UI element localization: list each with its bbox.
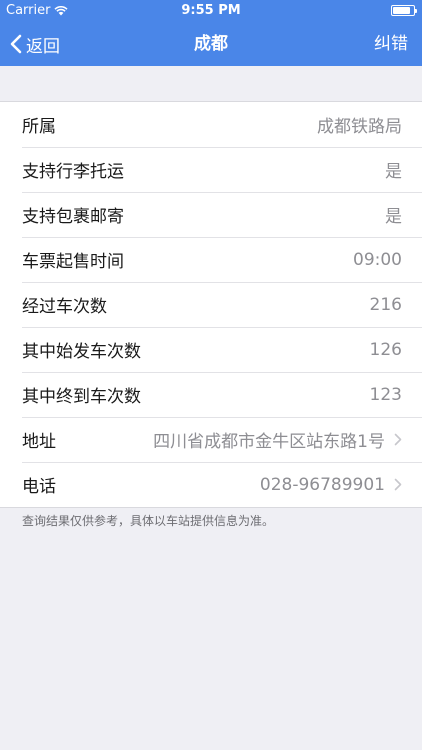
row-value: 126 — [369, 339, 402, 360]
row-value: 028-96789901 — [259, 474, 385, 495]
row-value: 216 — [369, 294, 402, 315]
station-info-list: 所属 成都铁路局 支持行李托运 是 支持包裹邮寄 是 车票起售时间 09:00 … — [0, 101, 422, 508]
row-label: 地址 — [22, 432, 56, 452]
row-label: 电话 — [22, 477, 56, 497]
chevron-right-icon — [394, 433, 402, 446]
row-value: 09:00 — [353, 249, 402, 270]
row-address[interactable]: 地址 四川省成都市金牛区站东路1号 — [0, 417, 422, 462]
status-time: 9:55 PM — [181, 3, 241, 18]
row-value: 123 — [369, 384, 402, 405]
row-originating-trains: 其中始发车次数 126 — [0, 327, 422, 372]
row-value: 四川省成都市金牛区站东路1号 — [153, 432, 385, 452]
row-terminating-trains: 其中终到车次数 123 — [0, 372, 422, 417]
row-label: 其中始发车次数 — [22, 342, 141, 362]
row-label: 其中终到车次数 — [22, 387, 141, 407]
battery-icon — [391, 5, 417, 16]
battery-fill — [393, 7, 410, 14]
row-affiliation: 所属 成都铁路局 — [0, 102, 422, 147]
row-label: 经过车次数 — [22, 297, 107, 317]
back-label: 返回 — [26, 36, 60, 57]
disclaimer-note: 查询结果仅供参考，具体以车站提供信息为准。 — [22, 514, 275, 528]
chevron-left-icon — [10, 34, 22, 54]
row-value: 成都铁路局 — [317, 117, 402, 137]
row-label: 支持行李托运 — [22, 162, 124, 182]
nav-bar: 返回 成都 纠错 — [0, 22, 422, 66]
page-title: 成都 — [194, 34, 228, 54]
row-parcel: 支持包裹邮寄 是 — [0, 192, 422, 237]
status-bar: Carrier 9:55 PM — [0, 0, 422, 22]
row-ticket-time: 车票起售时间 09:00 — [0, 237, 422, 282]
row-value: 是 — [385, 207, 402, 227]
row-label: 车票起售时间 — [22, 252, 124, 272]
row-label: 支持包裹邮寄 — [22, 207, 124, 227]
row-luggage: 支持行李托运 是 — [0, 147, 422, 192]
back-button[interactable]: 返回 — [10, 22, 60, 66]
row-value: 是 — [385, 162, 402, 182]
chevron-right-icon — [394, 478, 402, 491]
row-label: 所属 — [22, 117, 56, 137]
row-passing-trains: 经过车次数 216 — [0, 282, 422, 327]
row-phone[interactable]: 电话 028-96789901 — [0, 462, 422, 507]
correct-button[interactable]: 纠错 — [374, 22, 408, 66]
